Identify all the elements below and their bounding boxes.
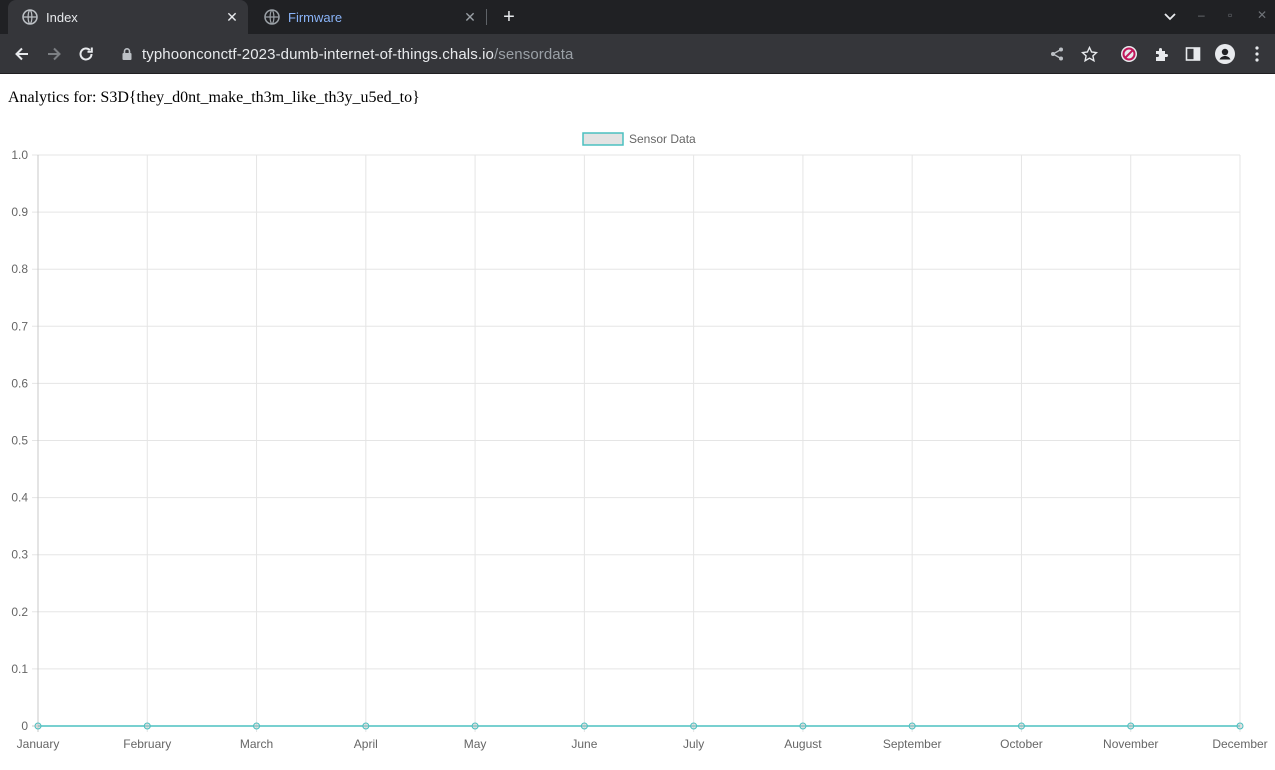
back-button[interactable] bbox=[10, 42, 34, 66]
tab-strip: Index ✕ Firmware ✕ + – ▫ ✕ bbox=[0, 0, 1275, 34]
y-tick-label: 0.9 bbox=[11, 205, 28, 219]
share-button[interactable] bbox=[1045, 42, 1069, 66]
browser-toolbar: typhoonconctf-2023-dumb-internet-of-thin… bbox=[0, 34, 1275, 74]
share-icon bbox=[1051, 47, 1063, 61]
x-tick-label: September bbox=[883, 737, 942, 751]
y-tick-label: 0.3 bbox=[11, 548, 28, 562]
tab-firmware[interactable]: Firmware ✕ bbox=[250, 0, 486, 34]
legend-swatch bbox=[582, 132, 624, 146]
url-path: /sensordata bbox=[493, 45, 574, 63]
data-point bbox=[1017, 722, 1025, 730]
y-tick-label: 1.0 bbox=[11, 148, 28, 162]
arrow-left-icon bbox=[15, 47, 28, 61]
side-panel-button[interactable] bbox=[1181, 42, 1205, 66]
y-tick-label: 0.2 bbox=[11, 605, 28, 619]
page-heading: Analytics for: S3D{they_d0nt_make_th3m_l… bbox=[8, 89, 420, 106]
url-text: typhoonconctf-2023-dumb-internet-of-thin… bbox=[142, 46, 573, 63]
avatar-icon bbox=[1215, 44, 1235, 64]
x-tick-label: May bbox=[464, 737, 487, 751]
new-tab-button[interactable]: + bbox=[498, 6, 520, 28]
data-point bbox=[253, 722, 261, 730]
close-tab-icon[interactable]: ✕ bbox=[224, 9, 240, 25]
lock-icon[interactable] bbox=[120, 47, 134, 61]
tab-separator bbox=[486, 9, 487, 25]
y-tick-label: 0.4 bbox=[11, 491, 28, 505]
minimize-icon[interactable]: – bbox=[1198, 8, 1205, 22]
puzzle-icon bbox=[1155, 47, 1168, 61]
more-vertical-icon bbox=[1255, 46, 1259, 62]
data-point bbox=[143, 722, 151, 730]
legend-label: Sensor Data bbox=[629, 132, 696, 146]
data-point bbox=[690, 722, 698, 730]
close-tab-icon[interactable]: ✕ bbox=[462, 9, 478, 25]
x-tick-label: February bbox=[123, 737, 171, 751]
x-tick-label: January bbox=[17, 737, 60, 751]
y-tick-label: 0 bbox=[21, 719, 28, 733]
y-tick-label: 0.6 bbox=[11, 376, 28, 390]
tab-search-chevron-icon[interactable] bbox=[1163, 11, 1177, 23]
reload-button[interactable] bbox=[74, 42, 98, 66]
x-tick-label: December bbox=[1212, 737, 1267, 751]
sensor-line-chart: 0 0.1 0.2 0.3 0.4 0.5 0.6 0.7 0.8 0.9 1.0 January Fe… bbox=[11, 132, 1267, 751]
maximize-icon[interactable]: ▫ bbox=[1228, 8, 1232, 22]
x-tick-label: October bbox=[1000, 737, 1043, 751]
data-point bbox=[1127, 722, 1135, 730]
x-tick-label: June bbox=[571, 737, 597, 751]
data-point bbox=[580, 722, 588, 730]
extensions-button[interactable] bbox=[1149, 42, 1173, 66]
url-host: typhoonconctf-2023-dumb-internet-of-thin… bbox=[142, 45, 494, 63]
blocker-extension-icon bbox=[1121, 46, 1137, 62]
chart-series bbox=[34, 722, 1244, 730]
x-tick-label: March bbox=[240, 737, 273, 751]
reload-icon bbox=[79, 47, 93, 61]
extension-blocker-button[interactable] bbox=[1117, 42, 1141, 66]
globe-icon bbox=[264, 9, 280, 25]
chart-legend[interactable]: Sensor Data bbox=[582, 132, 696, 146]
forward-button[interactable] bbox=[42, 42, 66, 66]
menu-button[interactable] bbox=[1245, 42, 1269, 66]
profile-button[interactable] bbox=[1213, 42, 1237, 66]
y-tick-label: 0.5 bbox=[11, 434, 28, 448]
x-tick-label: April bbox=[354, 737, 378, 751]
data-point bbox=[1236, 722, 1244, 730]
star-icon bbox=[1080, 45, 1098, 62]
data-point bbox=[471, 722, 479, 730]
x-tick-label: July bbox=[683, 737, 704, 751]
chart-grid bbox=[32, 154, 1241, 732]
data-point bbox=[362, 722, 370, 730]
side-panel-icon bbox=[1185, 47, 1201, 61]
arrow-right-icon bbox=[48, 47, 61, 61]
y-tick-label: 0.7 bbox=[11, 319, 28, 333]
tab-title: Index bbox=[46, 9, 78, 25]
tab-index[interactable]: Index ✕ bbox=[8, 0, 248, 34]
data-point bbox=[34, 722, 42, 730]
globe-icon bbox=[22, 9, 38, 25]
tab-title: Firmware bbox=[288, 9, 343, 25]
bookmark-button[interactable] bbox=[1077, 42, 1101, 66]
y-tick-label: 0.1 bbox=[11, 662, 28, 676]
address-bar[interactable]: typhoonconctf-2023-dumb-internet-of-thin… bbox=[110, 38, 1110, 70]
x-tick-label: November bbox=[1103, 737, 1158, 751]
page-content: Analytics for: S3D{they_d0nt_make_th3m_l… bbox=[0, 74, 1275, 770]
x-tick-label: August bbox=[784, 737, 822, 751]
y-tick-label: 0.8 bbox=[11, 262, 28, 276]
data-point bbox=[908, 722, 916, 730]
close-window-icon[interactable]: ✕ bbox=[1257, 8, 1267, 22]
chart-axes: 0 0.1 0.2 0.3 0.4 0.5 0.6 0.7 0.8 0.9 1.0 January Fe… bbox=[11, 148, 1267, 751]
data-point bbox=[799, 722, 807, 730]
